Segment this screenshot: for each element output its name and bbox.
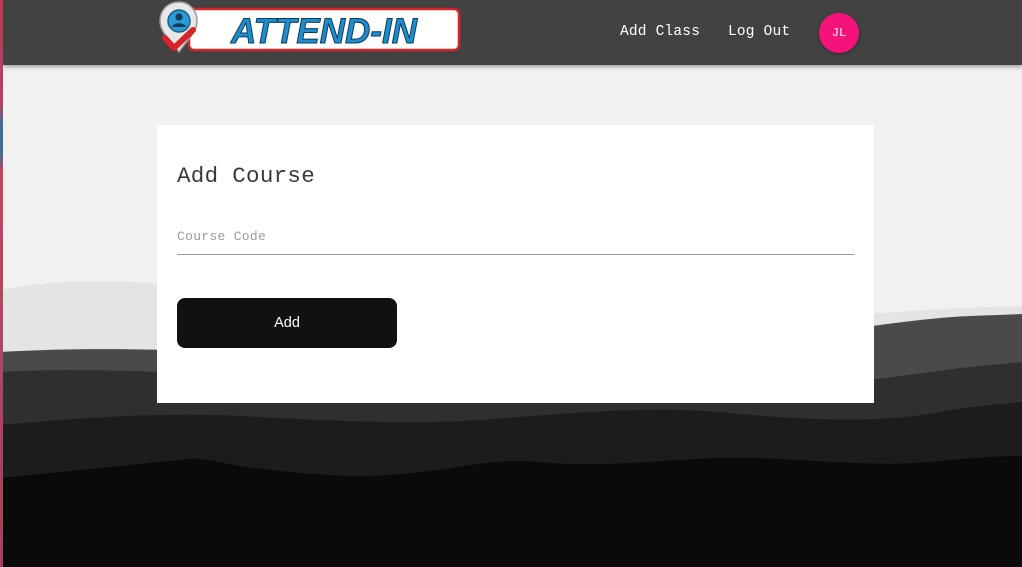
nav-link-log-out[interactable]: Log Out <box>728 24 790 40</box>
nav-link-add-class[interactable]: Add Class <box>620 24 700 40</box>
logo-text: ATTEND-IN <box>230 12 418 51</box>
top-navbar: ATTEND-IN Add Class Log Out JL <box>3 0 1022 65</box>
window-left-edge <box>0 0 3 567</box>
add-button[interactable]: Add <box>177 298 397 348</box>
avatar-initials: JL <box>831 26 847 40</box>
user-avatar[interactable]: JL <box>819 13 859 53</box>
attend-in-logo[interactable]: ATTEND-IN <box>157 0 462 60</box>
form-title: Add Course <box>177 163 316 189</box>
course-code-input[interactable] <box>177 218 854 255</box>
add-course-card: Add Course Add <box>157 125 874 403</box>
